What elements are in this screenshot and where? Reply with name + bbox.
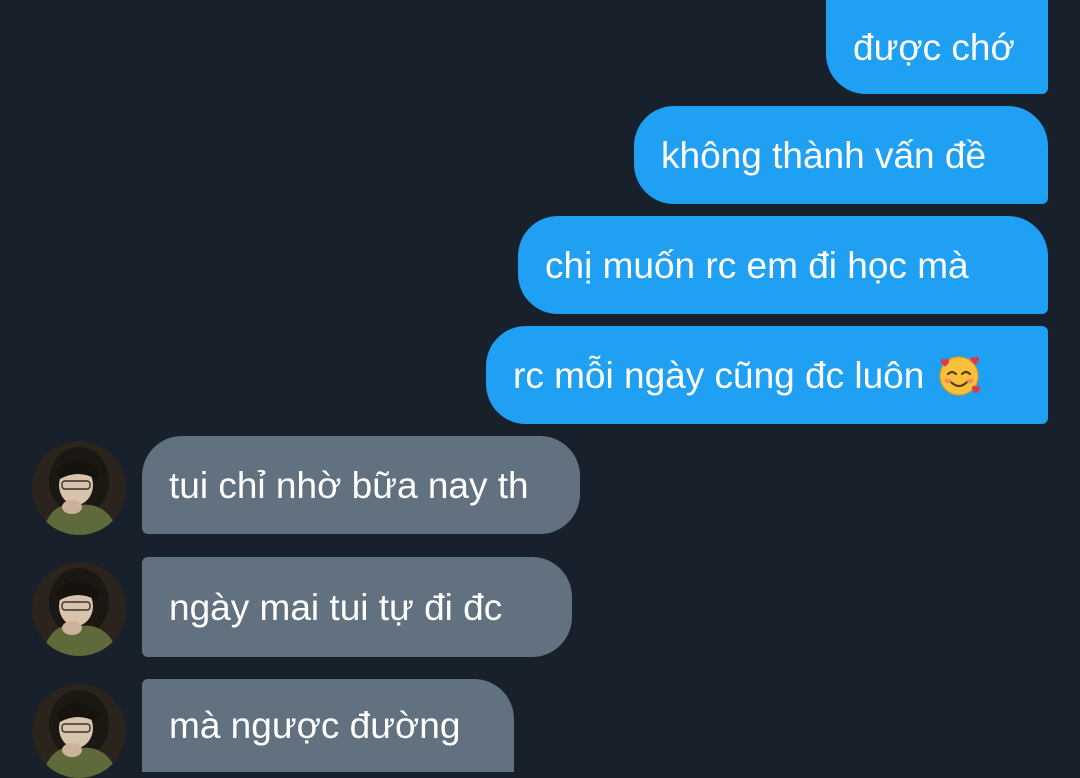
message-text: mà ngược đường [169,705,461,746]
message-text: ngày mai tui tự đi đc [169,586,503,628]
sent-message[interactable]: không thành vấn đề [634,106,1048,204]
message-text: chị muốn rc em đi học mà [545,244,969,286]
contact-avatar[interactable] [32,684,126,778]
contact-avatar[interactable] [32,562,126,656]
chat-screen: { "conversation": { "sent": [ {"text": "… [0,0,1080,778]
smiling-face-with-hearts-icon [936,352,982,398]
message-text: không thành vấn đề [661,134,987,176]
received-message[interactable]: mà ngược đường [142,679,514,772]
message-text: tui chỉ nhờ bữa nay th [169,464,529,506]
sent-message[interactable]: rc mỗi ngày cũng đc luôn [486,326,1048,424]
sent-message[interactable]: chị muốn rc em đi học mà [518,216,1048,314]
sent-message[interactable]: được chớ [826,0,1048,94]
contact-avatar[interactable] [32,441,126,535]
received-message[interactable]: tui chỉ nhờ bữa nay th [142,436,580,534]
message-text: được chớ [853,26,1015,68]
received-message[interactable]: ngày mai tui tự đi đc [142,557,572,657]
message-text: rc mỗi ngày cũng đc luôn [513,354,925,396]
